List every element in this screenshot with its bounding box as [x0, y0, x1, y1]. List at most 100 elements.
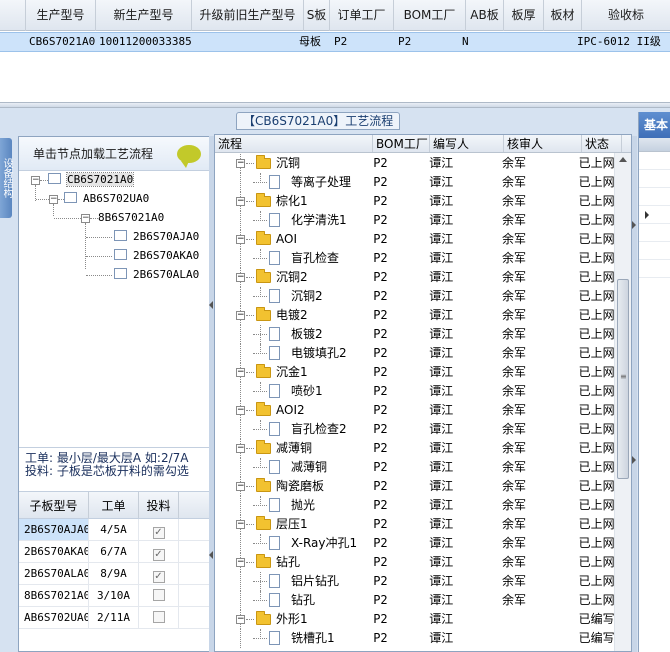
- subboard-row[interactable]: 2B6S70AKA0 6/7A ✓: [19, 541, 209, 563]
- process-row[interactable]: X-Ray冲孔1 P2 谭江 余军 已上网: [215, 534, 615, 553]
- collapse-icon[interactable]: −: [236, 159, 245, 168]
- col-reviewer[interactable]: 核审人: [504, 135, 582, 152]
- col-bom-factory[interactable]: BOM工厂: [394, 0, 466, 31]
- collapse-icon[interactable]: −: [236, 406, 245, 415]
- collapse-icon[interactable]: −: [236, 444, 245, 453]
- collapse-icon[interactable]: −: [236, 482, 245, 491]
- col-new-prod-model[interactable]: 新生产型号: [96, 0, 192, 31]
- cell-reviewer: 余军: [501, 346, 526, 360]
- feed-checkbox[interactable]: ✓: [152, 549, 165, 561]
- process-row[interactable]: − 钻孔 P2 谭江 余军 已上网: [215, 553, 615, 572]
- tree-node[interactable]: 2B6S70ALA0: [114, 267, 199, 283]
- subboard-row[interactable]: 8B6S7021A0 3/10A: [19, 585, 209, 607]
- collapse-icon[interactable]: −: [236, 197, 245, 206]
- process-name: 沉铜2: [276, 270, 308, 284]
- col-process[interactable]: 流程: [215, 135, 373, 152]
- col-order-factory[interactable]: 订单工厂: [330, 0, 394, 31]
- tree-node[interactable]: 2B6S70AKA0: [114, 248, 199, 264]
- col-writer[interactable]: 编写人: [430, 135, 504, 152]
- document-icon: [269, 422, 280, 436]
- right-collapse-bar[interactable]: [632, 136, 637, 652]
- collapse-icon[interactable]: −: [236, 368, 245, 377]
- col-acceptance-std[interactable]: 验收标: [582, 0, 670, 31]
- process-row[interactable]: 喷砂1 P2 谭江 余军 已上网: [215, 382, 615, 401]
- feed-checkbox[interactable]: ✓: [152, 527, 165, 539]
- process-row[interactable]: 盲孔检查2 P2 谭江 余军 已上网: [215, 420, 615, 439]
- subboard-row[interactable]: 2B6S70AJA0 4/5A ✓: [19, 519, 209, 541]
- collapse-icon[interactable]: −: [236, 615, 245, 624]
- process-row[interactable]: 板镀2 P2 谭江 余军 已上网: [215, 325, 615, 344]
- process-row[interactable]: − 层压1 P2 谭江 余军 已上网: [215, 515, 615, 534]
- collapse-icon[interactable]: −: [236, 311, 245, 320]
- process-row[interactable]: − 电镀2 P2 谭江 余军 已上网: [215, 306, 615, 325]
- process-row[interactable]: 化学清洗1 P2 谭江 余军 已上网: [215, 211, 615, 230]
- collapse-icon[interactable]: −: [236, 520, 245, 529]
- process-row[interactable]: 盲孔检查 P2 谭江 余军 已上网: [215, 249, 615, 268]
- col-material[interactable]: 板材: [544, 0, 582, 31]
- collapse-icon[interactable]: −: [236, 273, 245, 282]
- cell-bom: P2: [373, 498, 388, 512]
- collapse-icon[interactable]: −: [236, 558, 245, 567]
- col-s-board[interactable]: S板: [304, 0, 330, 31]
- col-feed[interactable]: 投料: [139, 492, 179, 518]
- process-row[interactable]: − AOI P2 谭江 余军 已上网: [215, 230, 615, 249]
- speech-bubble-icon[interactable]: [177, 145, 201, 168]
- tree-node[interactable]: 8B6S7021A0: [98, 210, 164, 226]
- process-row[interactable]: − 外形1 P2 谭江 已编写: [215, 610, 615, 629]
- col-order[interactable]: 工单: [89, 492, 139, 518]
- process-row[interactable]: 等离子处理 P2 谭江 余军 已上网: [215, 173, 615, 192]
- col-prod-model[interactable]: 生产型号: [26, 0, 96, 31]
- tree-node[interactable]: 2B6S70AJA0: [114, 229, 199, 245]
- col-status[interactable]: 状态: [582, 135, 622, 152]
- cell-reviewer: 余军: [501, 270, 526, 284]
- process-row[interactable]: 铣槽孔1 P2 谭江 已编写: [215, 629, 615, 648]
- process-name: 电镀填孔2: [291, 346, 347, 360]
- cell-bom: P2: [373, 194, 388, 208]
- process-name: 外形1: [276, 612, 308, 626]
- process-row[interactable]: 沉铜2 P2 谭江 余军 已上网: [215, 287, 615, 306]
- tree-collapse-icon[interactable]: −: [81, 214, 90, 223]
- vertical-scrollbar[interactable]: ≡: [614, 153, 631, 651]
- process-row[interactable]: − 沉铜 P2 谭江 余军 已上网: [215, 154, 615, 173]
- process-row[interactable]: 钻孔 P2 谭江 余军 已上网: [215, 591, 615, 610]
- process-row[interactable]: 减薄铜 P2 谭江 余军 已上网: [215, 458, 615, 477]
- cell-acceptance-std: IPC-6012 II级: [577, 35, 661, 48]
- process-row[interactable]: 铝片钻孔 P2 谭江 余军 已上网: [215, 572, 615, 591]
- cell-bom: P2: [373, 346, 388, 360]
- scroll-thumb[interactable]: ≡: [617, 279, 629, 479]
- process-row[interactable]: − AOI2 P2 谭江 余军 已上网: [215, 401, 615, 420]
- process-row[interactable]: − 陶瓷磨板 P2 谭江 余军 已上网: [215, 477, 615, 496]
- process-row[interactable]: 抛光 P2 谭江 余军 已上网: [215, 496, 615, 515]
- process-row[interactable]: − 沉铜2 P2 谭江 余军 已上网: [215, 268, 615, 287]
- tree-node[interactable]: AB6S702UA0: [64, 191, 149, 207]
- collapse-left-arrow-icon[interactable]: [209, 551, 213, 559]
- process-row[interactable]: − 减薄铜 P2 谭江 余军 已上网: [215, 439, 615, 458]
- feed-checkbox[interactable]: ✓: [152, 571, 165, 583]
- tree-collapse-icon[interactable]: −: [31, 176, 40, 185]
- feed-checkbox[interactable]: [152, 589, 165, 601]
- collapse-right-arrow-icon[interactable]: [632, 456, 636, 464]
- process-name: 钻孔: [291, 593, 316, 607]
- process-row[interactable]: − 棕化1 P2 谭江 余军 已上网: [215, 192, 615, 211]
- top-grid-row[interactable]: CB6S7021A0 10011200033385 母板 P2 P2 N IPC…: [0, 32, 670, 52]
- collapse-left-arrow-icon[interactable]: [209, 301, 213, 309]
- tab-basic[interactable]: 基本: [639, 112, 670, 138]
- col-bom-factory[interactable]: BOM工厂: [373, 135, 430, 152]
- col-sub-model[interactable]: 子板型号: [19, 492, 89, 518]
- col-thickness[interactable]: 板厚: [504, 0, 544, 31]
- subboard-row[interactable]: 2B6S70ALA0 8/9A ✓: [19, 563, 209, 585]
- process-row[interactable]: − 沉金1 P2 谭江 余军 已上网: [215, 363, 615, 382]
- subboard-row[interactable]: AB6S702UA0 2/11A: [19, 607, 209, 629]
- collapse-right-arrow-icon[interactable]: [632, 221, 636, 229]
- feed-checkbox[interactable]: [152, 611, 165, 623]
- process-row[interactable]: 电镀填孔2 P2 谭江 余军 已上网: [215, 344, 615, 363]
- side-tab[interactable]: 设备结构: [0, 138, 12, 218]
- tree-node[interactable]: CB6S7021A0: [48, 172, 135, 188]
- scroll-up-icon[interactable]: [619, 157, 627, 162]
- cell-writer: 谭江: [429, 346, 454, 360]
- collapse-icon[interactable]: −: [236, 235, 245, 244]
- cell-status: 已上网: [578, 308, 615, 322]
- tree-collapse-icon[interactable]: −: [49, 195, 58, 204]
- col-ab-board[interactable]: AB板: [466, 0, 504, 31]
- col-old-prod-model[interactable]: 升级前旧生产型号: [192, 0, 304, 31]
